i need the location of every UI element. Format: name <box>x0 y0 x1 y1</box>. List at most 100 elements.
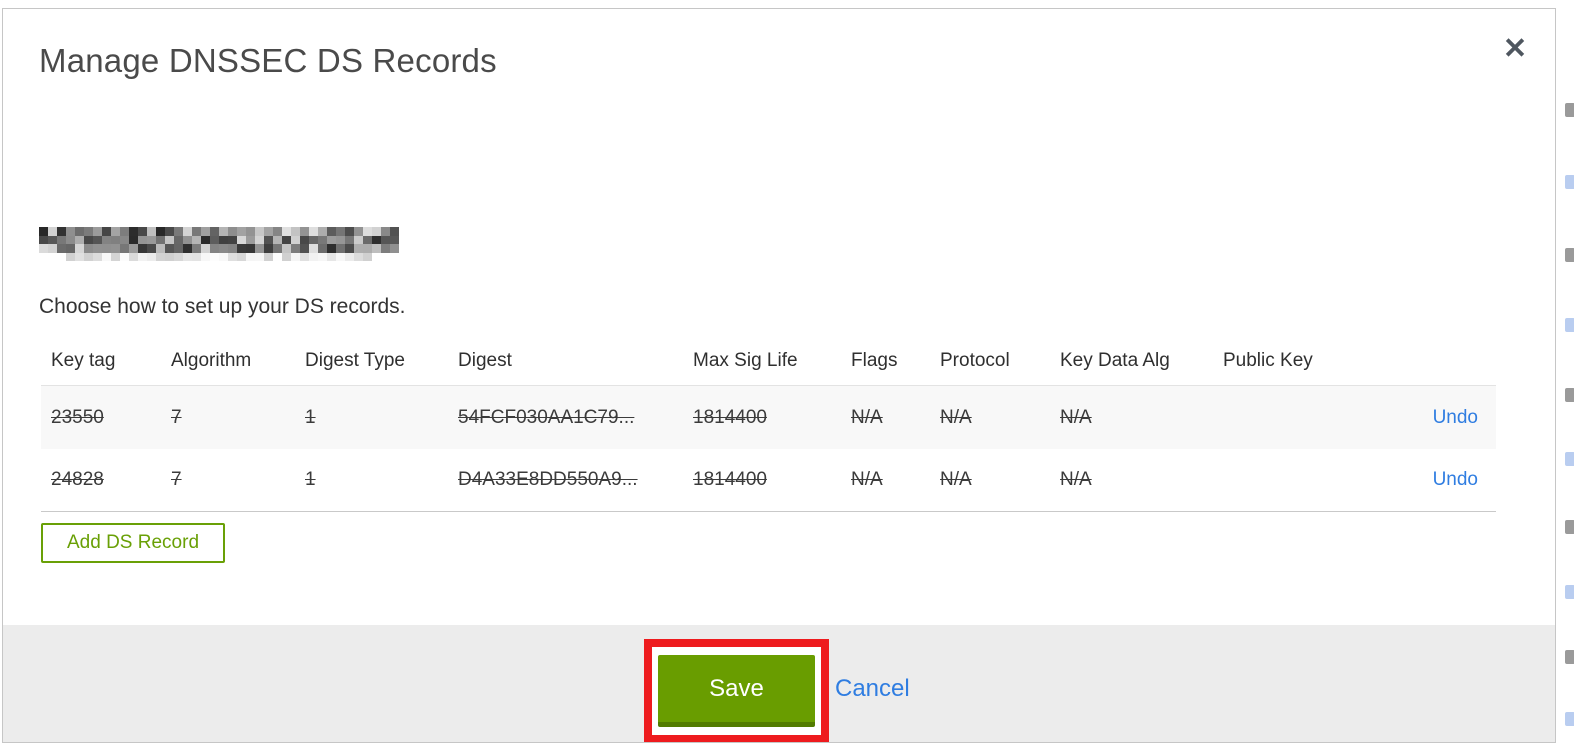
column-header-protocol: Protocol <box>940 350 1010 371</box>
redaction-pixel <box>354 252 363 261</box>
cell-flags: N/A <box>851 406 883 428</box>
redaction-pixel <box>327 227 336 236</box>
redaction-pixel <box>318 235 327 244</box>
redaction-pixel <box>237 235 246 244</box>
redaction-pixel <box>318 252 327 261</box>
redaction-pixel <box>336 252 345 261</box>
redaction-pixel <box>48 244 57 253</box>
redaction-pixel <box>138 227 147 236</box>
redaction-pixel <box>246 227 255 236</box>
redaction-pixel <box>219 244 228 253</box>
redaction-pixel <box>84 244 93 253</box>
redaction-pixel <box>363 252 372 261</box>
redaction-pixel <box>48 252 57 261</box>
page-behind-fragment <box>1565 650 1574 664</box>
redaction-pixel <box>228 235 237 244</box>
redaction-pixel <box>264 235 273 244</box>
page-behind-fragment <box>1565 452 1574 466</box>
redaction-pixel <box>354 235 363 244</box>
redaction-pixel <box>255 235 264 244</box>
redaction-pixel <box>336 235 345 244</box>
redaction-pixel <box>84 235 93 244</box>
redaction-pixel <box>264 244 273 253</box>
cancel-link[interactable]: Cancel <box>835 675 910 703</box>
redaction-pixel <box>264 227 273 236</box>
redaction-pixel <box>192 227 201 236</box>
cell-max-sig-life: 1814400 <box>693 406 767 428</box>
modal-title: Manage DNSSEC DS Records <box>39 42 497 79</box>
redaction-pixel <box>309 244 318 253</box>
redaction-pixel <box>309 252 318 261</box>
redaction-pixel <box>84 227 93 236</box>
redaction-pixel <box>201 235 210 244</box>
redaction-pixel <box>282 244 291 253</box>
redaction-pixel <box>345 227 354 236</box>
redaction-pixel <box>156 235 165 244</box>
redaction-pixel <box>129 252 138 261</box>
redaction-pixel <box>129 244 138 253</box>
redaction-pixel <box>381 235 390 244</box>
redaction-pixel <box>354 244 363 253</box>
table-row: 23550 7 1 54FCF030AA1C79... 1814400 N/A … <box>41 386 1496 449</box>
redaction-pixel <box>246 244 255 253</box>
add-ds-record-button[interactable]: Add DS Record <box>41 523 226 563</box>
redaction-pixel <box>390 252 399 261</box>
page-behind-fragment <box>1565 520 1574 534</box>
column-header-flags: Flags <box>851 350 898 371</box>
redaction-pixel <box>138 252 147 261</box>
redaction-pixel <box>66 235 75 244</box>
redaction-pixel <box>111 244 120 253</box>
redaction-pixel <box>192 235 201 244</box>
table-row: 24828 7 1 D4A33E8DD550A9... 1814400 N/A … <box>41 449 1496 512</box>
redaction-pixel <box>264 252 273 261</box>
redaction-pixel <box>255 227 264 236</box>
redaction-pixel <box>219 235 228 244</box>
page-behind-fragment <box>1565 585 1574 599</box>
redaction-pixel <box>111 252 120 261</box>
cell-algorithm: 7 <box>171 469 182 490</box>
redaction-pixel <box>75 244 84 253</box>
redaction-pixel <box>372 252 381 261</box>
redaction-pixel <box>147 235 156 244</box>
redaction-pixel <box>165 244 174 253</box>
redaction-pixel <box>183 235 192 244</box>
redaction-pixel <box>183 227 192 236</box>
redaction-pixel <box>93 252 102 261</box>
redaction-pixel <box>381 244 390 253</box>
redaction-pixel <box>327 252 336 261</box>
redaction-pixel <box>84 252 93 261</box>
save-button[interactable]: Save <box>658 655 815 727</box>
redaction-pixel <box>255 244 264 253</box>
redaction-pixel <box>102 252 111 261</box>
redaction-pixel <box>282 235 291 244</box>
redaction-pixel <box>363 244 372 253</box>
redaction-pixel <box>102 235 111 244</box>
redaction-pixel <box>39 227 48 236</box>
cell-digest: D4A33E8DD550A9... <box>458 469 638 490</box>
redaction-pixel <box>201 244 210 253</box>
column-header-public-key: Public Key <box>1223 350 1313 371</box>
undo-link[interactable]: Undo <box>1433 469 1478 490</box>
redaction-pixel <box>75 235 84 244</box>
redaction-pixel <box>48 235 57 244</box>
page-behind-fragment <box>1565 318 1574 332</box>
ds-records-table: Key tag Algorithm Digest Type Digest Max… <box>41 337 1496 512</box>
redaction-pixel <box>48 227 57 236</box>
column-header-max-sig-life: Max Sig Life <box>693 350 798 371</box>
redaction-pixel <box>57 227 66 236</box>
redaction-pixel <box>219 252 228 261</box>
redaction-pixel <box>273 244 282 253</box>
redaction-pixel <box>291 227 300 236</box>
redaction-pixel <box>147 227 156 236</box>
redaction-pixel <box>300 227 309 236</box>
redaction-pixel <box>381 227 390 236</box>
cell-key-tag: 23550 <box>51 406 104 428</box>
redaction-pixel <box>345 235 354 244</box>
redaction-pixel <box>282 227 291 236</box>
close-icon[interactable]: ✕ <box>1493 27 1537 71</box>
redaction-pixel <box>282 252 291 261</box>
redacted-domain-name <box>39 227 399 261</box>
undo-link[interactable]: Undo <box>1433 407 1478 428</box>
redaction-pixel <box>381 252 390 261</box>
redaction-pixel <box>183 244 192 253</box>
